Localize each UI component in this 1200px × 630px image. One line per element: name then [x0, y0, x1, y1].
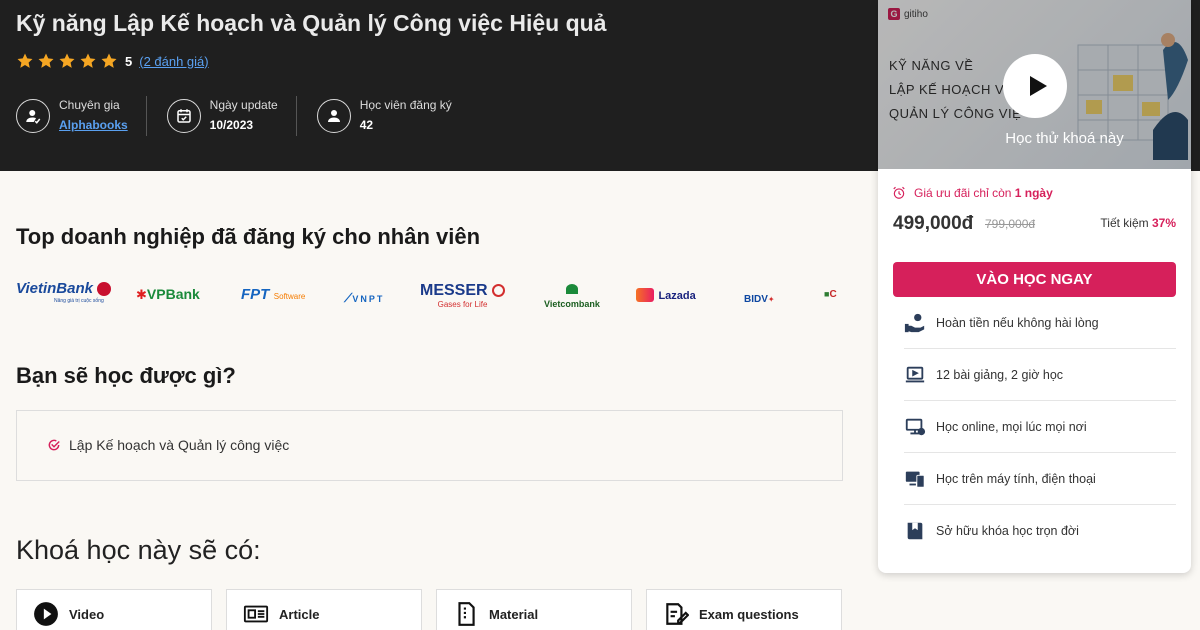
course-thumbnail[interactable]: Ggitiho KỸ NĂNG VỀ LẬP KẾ HOẠCH V QUẢN L…: [878, 0, 1191, 169]
companies-title: Top doanh nghiệp đã đăng ký cho nhân viê…: [16, 224, 481, 249]
feature-exam: Exam questions: [646, 589, 842, 630]
benefit-item: Học online, mọi lúc mọi nơi: [904, 401, 1176, 453]
learn-box: Lập Kế hoạch và Quản lý công việc: [16, 410, 843, 481]
benefit-item: Học trên máy tính, điện thoại: [904, 453, 1176, 505]
benefit-item: Sở hữu khóa học trọn đời: [904, 505, 1176, 557]
course-title: Kỹ năng Lập Kế hoạch và Quản lý Công việ…: [16, 10, 607, 36]
logo-bidv: BIDV✦: [744, 294, 775, 305]
refund-icon: [904, 313, 925, 332]
purchase-card: Ggitiho KỸ NĂNG VỀ LẬP KẾ HOẠCH V QUẢN L…: [878, 0, 1191, 573]
promo-countdown: Giá ưu đãi chỉ còn 1 ngày: [892, 186, 1053, 200]
meta-label: Học viên đăng ký: [359, 98, 452, 112]
meta-value: 10/2023: [209, 118, 254, 132]
meta-value: 42: [359, 118, 374, 132]
logo-partial: ■C: [824, 289, 837, 300]
learn-title: Bạn sẽ học được gì?: [16, 363, 236, 388]
reviews-link[interactable]: (2 đánh giá): [139, 54, 208, 69]
course-meta: Chuyên gia Alphabooks Ngày update 10/202…: [16, 96, 470, 136]
lifetime-icon: [907, 522, 923, 540]
expert-link[interactable]: Alphabooks: [59, 118, 128, 132]
current-price: 499,000đ: [893, 213, 974, 234]
feature-article: Article: [226, 589, 422, 630]
logo-fpt: FPT Software: [241, 286, 306, 303]
exam-icon: [666, 603, 689, 625]
material-icon: [458, 602, 475, 626]
star-icon: [59, 53, 75, 68]
meta-label: Ngày update: [209, 98, 278, 112]
feature-video: Video: [16, 589, 212, 630]
logo-vietinbank: VietinBank Nâng giá trị cuộc sống: [16, 280, 112, 304]
devices-icon: [905, 471, 925, 488]
includes-title: Khoá học này sẽ có:: [16, 535, 261, 565]
check-circle-icon: [48, 439, 60, 451]
benefit-item: Hoàn tiền nếu không hài lòng: [904, 297, 1176, 349]
logo-vpbank: ✱VPBank: [136, 286, 200, 302]
savings-text: Tiết kiệm 37%: [1100, 216, 1176, 230]
feature-material: Material: [436, 589, 632, 630]
play-icon: [1030, 76, 1047, 96]
article-icon: [243, 605, 269, 623]
star-icon: [38, 53, 54, 68]
meta-update-date: Ngày update 10/2023: [145, 96, 296, 136]
calendar-icon: [166, 99, 201, 133]
play-button[interactable]: [1003, 54, 1067, 118]
laptop-icon: [905, 366, 925, 382]
company-logos: VietinBank Nâng giá trị cuộc sống ✱VPBan…: [16, 276, 846, 316]
star-icon: [80, 53, 96, 68]
expert-icon: [16, 99, 50, 133]
meta-label: Chuyên gia: [59, 98, 120, 112]
preview-label[interactable]: Học thử khoá này: [878, 130, 1191, 147]
video-icon: [34, 602, 58, 626]
enroll-button[interactable]: VÀO HỌC NGAY: [893, 262, 1176, 297]
meta-expert: Chuyên gia Alphabooks: [16, 96, 146, 136]
logo-lazada: Lazada: [636, 286, 696, 304]
rating-value: 5: [125, 53, 133, 69]
students-icon: [316, 99, 351, 133]
logo-vietcombank: Vietcombank: [544, 284, 600, 312]
star-icon: [101, 53, 117, 68]
meta-students: Học viên đăng ký 42: [295, 96, 470, 136]
learn-item: Lập Kế hoạch và Quản lý công việc: [47, 437, 289, 453]
original-price: 799,000đ: [985, 217, 1036, 231]
alarm-clock-icon: [893, 186, 905, 199]
logo-messer: MESSER Gases for Life: [420, 282, 506, 309]
benefit-item: 12 bài giảng, 2 giờ học: [904, 349, 1176, 401]
logo-vnpt: ⟋VNPT: [344, 291, 385, 305]
online-icon: [905, 418, 926, 435]
course-rating: 5 (2 đánh giá): [16, 52, 209, 70]
star-icon: [17, 53, 33, 68]
